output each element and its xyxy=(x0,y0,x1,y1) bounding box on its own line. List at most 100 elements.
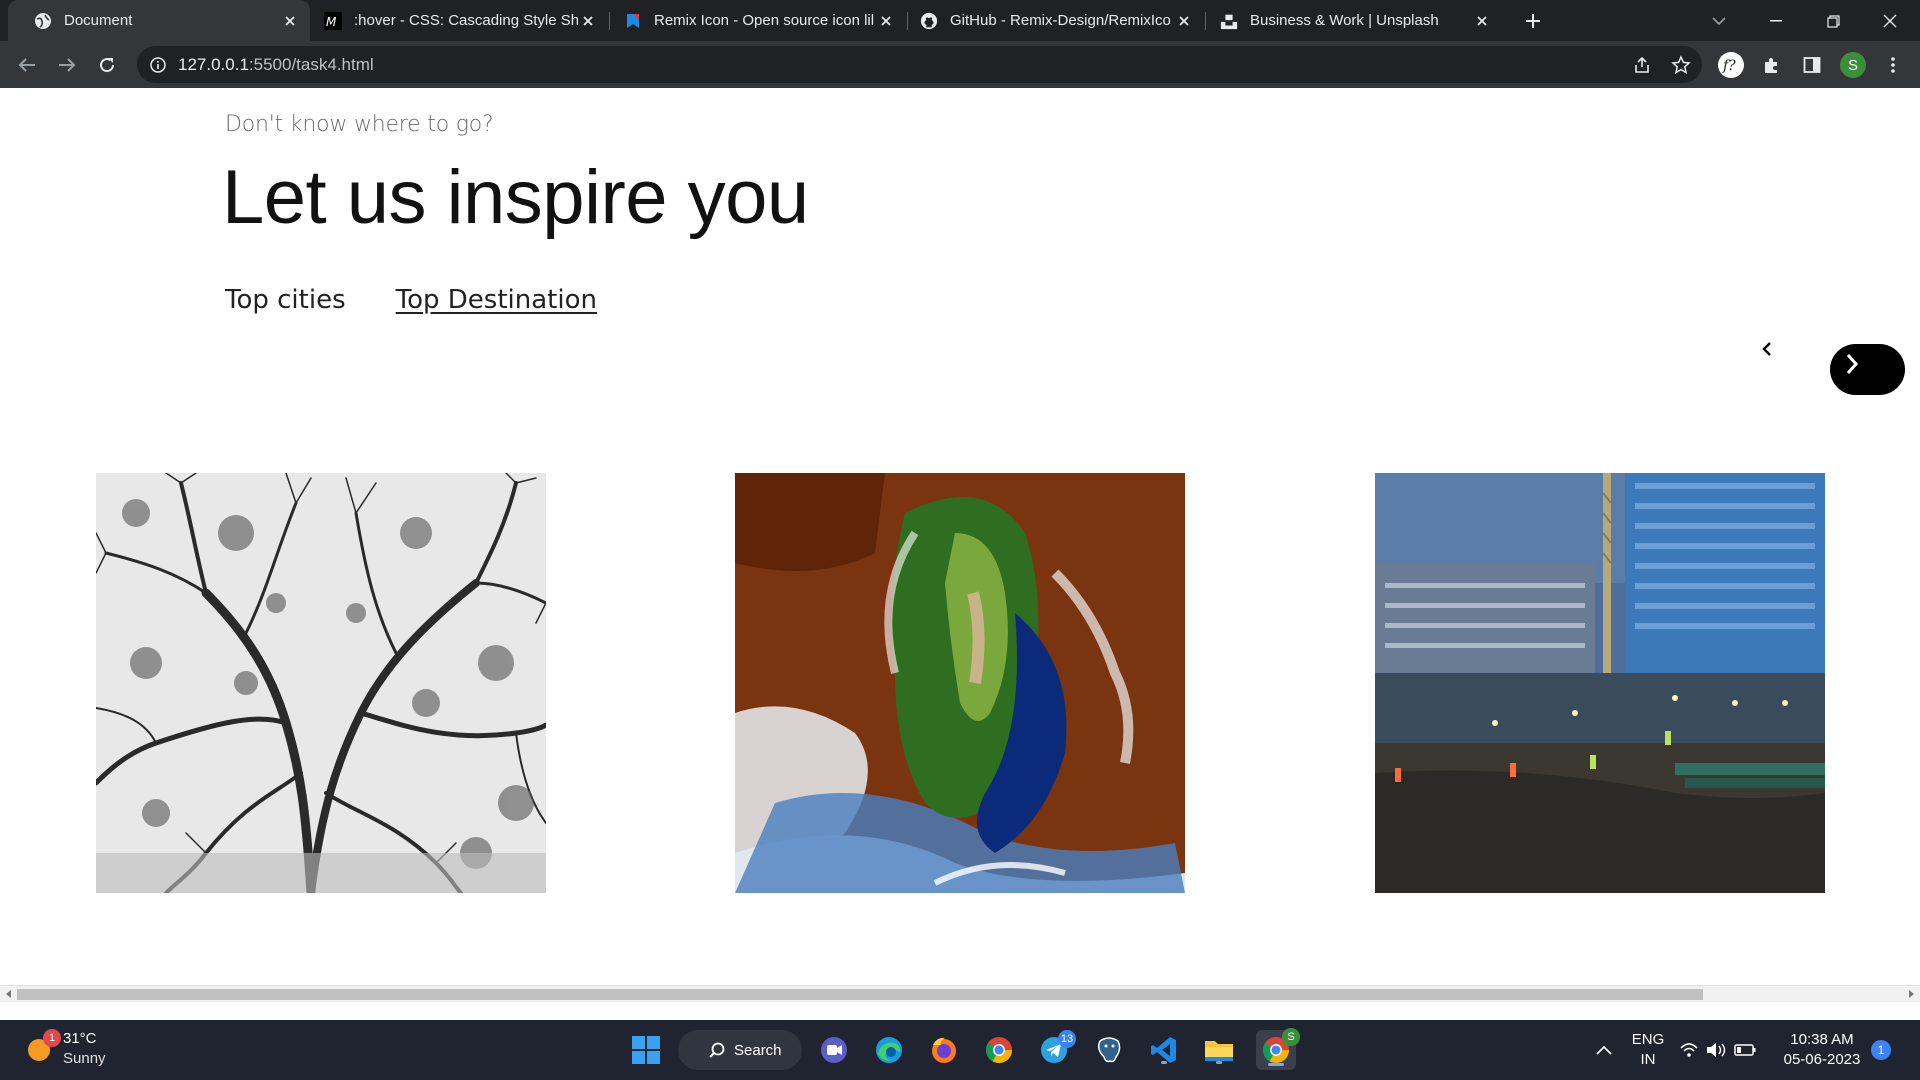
island-aerial-image[interactable] xyxy=(735,473,1185,893)
active-indicator xyxy=(1268,1063,1284,1066)
menu-kebab-icon[interactable] xyxy=(1878,50,1908,80)
chevron-left-icon xyxy=(1762,342,1771,356)
tab-github[interactable]: GitHub - Remix-Design/RemixIco xyxy=(910,0,1204,41)
postgresql-icon[interactable] xyxy=(1091,1032,1127,1068)
clock[interactable]: 10:38 AM 05-06-2023 xyxy=(1778,1030,1866,1070)
construction-site-image[interactable] xyxy=(1375,473,1825,893)
url-host: 127.0.0.1 xyxy=(178,55,249,74)
taskbar-search[interactable]: Search xyxy=(678,1030,802,1070)
running-indicator xyxy=(1161,1061,1167,1064)
close-tab-icon[interactable] xyxy=(1472,11,1492,31)
close-tab-icon[interactable] xyxy=(1174,11,1194,31)
language-indicator[interactable]: ENG IN xyxy=(1628,1030,1668,1070)
teams-chat-icon[interactable] xyxy=(816,1032,852,1068)
profile-initial: S xyxy=(1840,52,1866,78)
tab-unsplash[interactable]: Business & Work | Unsplash xyxy=(1208,0,1502,41)
url-path: :5500/task4.html xyxy=(248,55,374,74)
tab-title: Business & Work | Unsplash xyxy=(1250,12,1439,29)
running-indicator xyxy=(1216,1061,1222,1064)
language-top: ENG xyxy=(1631,1031,1665,1048)
windows-start-icon[interactable] xyxy=(628,1032,664,1068)
windows-taskbar: 1 31°C Sunny Search 13 S ENG IN 10:38 AM… xyxy=(0,1020,1920,1080)
notification-center-icon[interactable]: 1 xyxy=(1868,1037,1894,1063)
forward-icon[interactable] xyxy=(54,52,80,78)
tab-remixicon[interactable]: Remix Icon - Open source icon lil xyxy=(612,0,906,41)
telegram-badge: 13 xyxy=(1058,1030,1076,1048)
telegram-icon[interactable]: 13 xyxy=(1036,1030,1076,1068)
close-window-icon[interactable] xyxy=(1877,8,1903,34)
clock-date: 05-06-2023 xyxy=(1783,1051,1861,1068)
page-viewport: Don't know where to go? Let us inspire y… xyxy=(0,88,1920,1002)
system-tray-quick-settings[interactable] xyxy=(1676,1032,1766,1068)
back-icon[interactable] xyxy=(14,52,40,78)
new-tab-button[interactable] xyxy=(1521,9,1545,33)
minimize-icon[interactable] xyxy=(1763,8,1789,34)
tab-top-cities[interactable]: Top cities xyxy=(225,285,346,315)
svg-text:M: M xyxy=(326,15,337,29)
tab-title: Document xyxy=(64,12,133,29)
tab-search-icon[interactable] xyxy=(1706,8,1732,34)
weather-temp: 31°C xyxy=(63,1030,97,1047)
carousel-next-button[interactable] xyxy=(1830,344,1905,395)
tab-separator xyxy=(1205,12,1206,30)
eyebrow-text: Don't know where to go? xyxy=(225,112,494,137)
profile-avatar[interactable]: S xyxy=(1838,50,1868,80)
weather-desc: Sunny xyxy=(63,1050,106,1067)
firefox-icon[interactable] xyxy=(926,1032,962,1068)
tab-title: :hover - CSS: Cascading Style She xyxy=(354,12,578,29)
tree-branches-image[interactable] xyxy=(96,473,546,893)
chrome-active-icon[interactable]: S xyxy=(1256,1028,1300,1070)
file-explorer-icon[interactable] xyxy=(1201,1032,1237,1068)
show-hidden-icons-chevron-up-icon[interactable] xyxy=(1586,1032,1622,1068)
clock-time: 10:38 AM xyxy=(1790,1031,1854,1048)
browser-tab-strip: Document M :hover - CSS: Cascading Style… xyxy=(0,0,1920,41)
search-label: Search xyxy=(734,1041,782,1059)
tab-document[interactable]: Document xyxy=(8,0,310,41)
close-tab-icon[interactable] xyxy=(280,11,300,31)
url-text[interactable]: 127.0.0.1:5500/task4.html xyxy=(178,55,374,75)
close-tab-icon[interactable] xyxy=(578,11,598,31)
tab-mdn-hover[interactable]: M :hover - CSS: Cascading Style She xyxy=(314,0,608,41)
battery-icon xyxy=(1734,1044,1756,1056)
sun-icon: 1 xyxy=(25,1029,61,1063)
notification-count: 1 xyxy=(1871,1040,1891,1060)
tab-separator xyxy=(609,12,610,30)
chevron-right-icon xyxy=(1846,354,1859,374)
edge-icon[interactable] xyxy=(871,1032,907,1068)
search-icon xyxy=(709,1042,725,1058)
chrome-icon[interactable] xyxy=(981,1032,1017,1068)
github-icon xyxy=(920,12,938,30)
address-bar[interactable]: 127.0.0.1:5500/task4.html xyxy=(137,46,1702,83)
site-info-icon[interactable] xyxy=(148,55,168,75)
globe-icon xyxy=(34,12,52,30)
svg-text:f?: f? xyxy=(1722,58,1736,74)
wifi-icon xyxy=(1680,1043,1698,1057)
side-panel-icon[interactable] xyxy=(1797,50,1827,80)
category-tabs: Top cities Top Destination xyxy=(225,285,597,315)
tab-title: GitHub - Remix-Design/RemixIco xyxy=(950,12,1171,29)
restore-icon[interactable] xyxy=(1820,8,1846,34)
horizontal-scrollbar[interactable] xyxy=(0,985,1920,1002)
scroll-left-icon xyxy=(6,990,11,998)
chrome-profile-badge: S xyxy=(1282,1028,1300,1046)
mdn-icon: M xyxy=(324,11,342,30)
share-icon[interactable] xyxy=(1631,54,1653,76)
carousel-prev-button[interactable] xyxy=(1756,338,1778,360)
weather-widget[interactable]: 1 31°C Sunny xyxy=(25,1029,106,1069)
close-tab-icon[interactable] xyxy=(876,11,896,31)
browser-toolbar: 127.0.0.1:5500/task4.html f? S xyxy=(0,41,1920,88)
language-bottom: IN xyxy=(1640,1051,1656,1068)
remixicon-icon xyxy=(624,12,642,30)
volume-icon xyxy=(1707,1043,1726,1057)
tab-top-destination[interactable]: Top Destination xyxy=(396,285,597,315)
weather-badge: 1 xyxy=(43,1029,61,1047)
extensions-puzzle-icon[interactable] xyxy=(1757,50,1787,80)
extension-fx-icon[interactable]: f? xyxy=(1716,50,1746,80)
reload-icon[interactable] xyxy=(94,52,120,78)
scrollbar-thumb[interactable] xyxy=(17,989,1703,1000)
bookmark-star-icon[interactable] xyxy=(1670,54,1692,76)
vscode-icon[interactable] xyxy=(1146,1032,1182,1068)
tab-title: Remix Icon - Open source icon lil xyxy=(654,12,875,29)
page-title: Let us inspire you xyxy=(222,155,809,240)
unsplash-icon xyxy=(1220,12,1238,30)
